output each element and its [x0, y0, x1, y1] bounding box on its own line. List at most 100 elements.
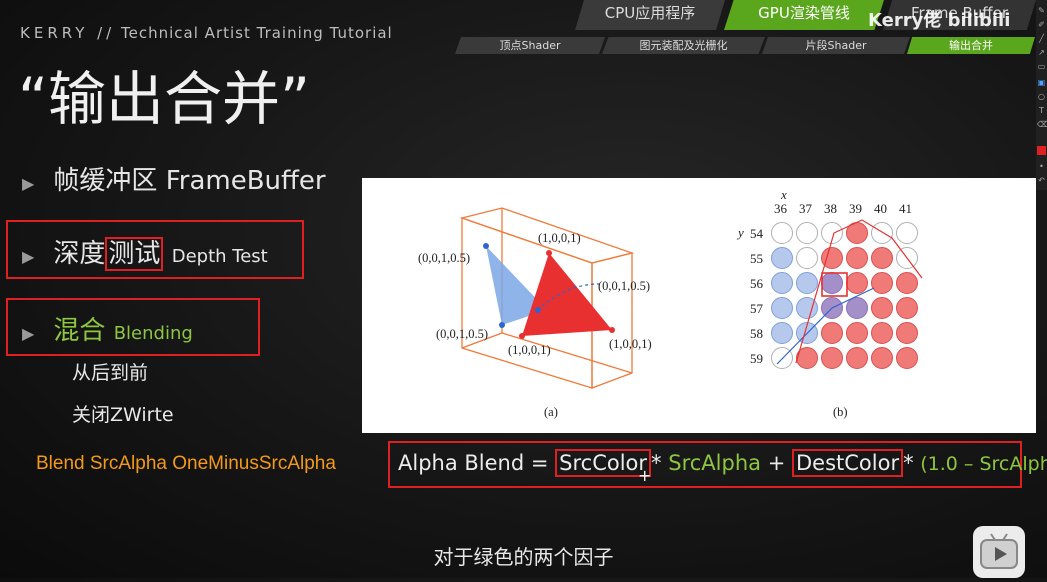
color-swatch-red[interactable] — [1037, 146, 1046, 155]
pixel-circle — [896, 347, 918, 369]
label-top: (1,0,0,1) — [538, 231, 581, 245]
brand-subtitle: Technical Artist Training Tutorial — [121, 24, 393, 42]
dot-icon[interactable]: • — [1037, 162, 1046, 171]
y-tick-label: 57 — [750, 301, 764, 316]
bullet-en: Depth Test — [171, 246, 268, 267]
tab-cpu-app-label: CPU应用程序 — [604, 4, 696, 22]
side-toolbar: ✎ ✐ ╱ ↗ ▭ ▣ ○ T ⌫ • ↶ — [1036, 0, 1047, 190]
pixel-circle — [896, 297, 918, 319]
formula-dest-color: DestColor — [791, 449, 904, 477]
formula-lhs: Alpha Blend = — [398, 451, 549, 475]
rect-icon[interactable]: ▭ — [1037, 62, 1046, 71]
cursor-crosshair-icon: + — [638, 466, 652, 485]
pen-icon[interactable]: ✎ — [1037, 6, 1046, 15]
pixel-circle — [896, 322, 918, 344]
formula-plus: + — [767, 451, 786, 475]
x-tick-label: 41 — [899, 201, 912, 216]
pixel-circle — [896, 272, 918, 294]
pixel-circle — [846, 272, 868, 294]
pixel-circle — [771, 272, 793, 294]
sub-item: 从后到前 — [72, 362, 149, 384]
bullet-framebuffer: ▶ 帧缓冲区 FrameBuffer — [22, 160, 326, 197]
vertex-dot — [519, 333, 525, 339]
watermark: Kerry佬 bilibili — [868, 10, 1011, 31]
bullet-text: 帧缓冲区 FrameBuffer — [53, 166, 325, 196]
subtab-label: 输出合并 — [949, 39, 993, 52]
play-triangle-icon: ▶ — [22, 324, 35, 343]
label-bottom-mid: (1,0,0,1) — [508, 343, 551, 357]
formula-times: * — [651, 451, 662, 475]
y-tick-label: 56 — [750, 276, 764, 291]
caption-b: (b) — [833, 405, 848, 419]
tab-cpu-app[interactable]: CPU应用程序 — [575, 0, 725, 30]
vertex-dot — [535, 307, 541, 313]
pixel-circle — [846, 347, 868, 369]
y-tick-labels: 54 55 56 57 58 59 — [750, 226, 764, 366]
vertex-dot — [546, 250, 552, 256]
brand-name: KERRY // — [20, 24, 116, 42]
subtab-primitive-assembly[interactable]: 图元装配及光栅化 — [602, 37, 765, 54]
blend-command: Blend SrcAlpha OneMinusSrcAlpha — [36, 453, 336, 474]
x-tick-label: 39 — [849, 201, 862, 216]
pixel-circle — [871, 247, 893, 269]
pixel-circle — [846, 297, 868, 319]
figure-svg: (1,0,0,1) (0,0,1,0.5) (0,0,1,0.5) (0,0,1… — [418, 187, 923, 419]
label-bottom-right: (1,0,0,1) — [609, 337, 652, 351]
subtab-vertex-shader[interactable]: 顶点Shader — [455, 37, 605, 54]
pixel-circle — [821, 322, 843, 344]
bullet-en: Blending — [113, 323, 193, 344]
subtab-label: 图元装配及光栅化 — [639, 39, 728, 52]
formula-text: Alpha Blend = SrcColor * SrcAlpha + DestC… — [398, 449, 1047, 477]
pixel-circle — [871, 297, 893, 319]
pixel-circle — [771, 247, 793, 269]
bullet-blending: ▶ 混合 Blending — [22, 310, 193, 347]
subtab-fragment-shader[interactable]: 片段Shader — [762, 37, 910, 54]
formula-times: * — [903, 451, 914, 475]
text-icon[interactable]: T — [1037, 106, 1046, 115]
subtab-label: 片段Shader — [805, 39, 867, 52]
undo-icon[interactable]: ↶ — [1037, 176, 1046, 185]
pixel-circle — [871, 222, 893, 244]
eraser-icon[interactable]: ⌫ — [1037, 120, 1047, 129]
pixel-circle — [771, 222, 793, 244]
label-bottom-left: (0,0,1,0.5) — [436, 327, 488, 341]
vertex-dot — [499, 322, 505, 328]
circle-icon[interactable]: ○ — [1037, 92, 1046, 101]
pixel-circle — [896, 222, 918, 244]
vertex-dot — [483, 243, 489, 249]
red-triangle — [522, 253, 612, 336]
pixel-circle — [771, 297, 793, 319]
brush-icon[interactable]: ✐ — [1037, 20, 1046, 29]
x-tick-label: 40 — [874, 201, 887, 216]
y-tick-label: 55 — [750, 251, 763, 266]
pixel-circle — [796, 272, 818, 294]
subtab-output-merge[interactable]: 输出合并 — [907, 37, 1035, 54]
pixel-circle — [771, 322, 793, 344]
pixel-circle — [796, 222, 818, 244]
line-icon[interactable]: ╱ — [1037, 34, 1046, 43]
bullet-zh-boxed: 测试 — [105, 237, 164, 271]
figure-b: x y 36 37 38 39 40 41 54 55 56 57 58 59 (b) — [736, 187, 923, 419]
tab-gpu-pipeline[interactable]: GPU渲染管线 — [724, 0, 884, 30]
bullet-text: 混合 Blending — [53, 316, 192, 346]
figure-panel: (1,0,0,1) (0,0,1,0.5) (0,0,1,0.5) (0,0,1… — [362, 178, 1036, 433]
bilibili-tv-icon[interactable] — [973, 526, 1025, 578]
y-tick-label: 58 — [750, 326, 763, 341]
pixel-circle — [821, 272, 843, 294]
bullet-zh: 混合 — [53, 316, 106, 346]
select-icon[interactable]: ▣ — [1037, 78, 1046, 87]
formula-one-minus: (1.0 – SrcAlpha) — [920, 453, 1047, 475]
caption-a: (a) — [544, 405, 558, 419]
bullet-en: FrameBuffer — [165, 166, 326, 196]
play-triangle-icon: ▶ — [22, 247, 35, 266]
sub-item: 关闭ZWirte — [72, 404, 174, 426]
bullet-zh: 帧缓冲区 — [53, 166, 158, 196]
y-tick-label: 59 — [750, 351, 763, 366]
pixel-circle — [871, 347, 893, 369]
bilibili-tv-svg — [980, 533, 1018, 569]
arrow-icon[interactable]: ↗ — [1037, 48, 1046, 57]
pixel-circle — [846, 247, 868, 269]
pixel-circle — [871, 272, 893, 294]
formula-src-color: SrcColor — [555, 449, 652, 477]
pixel-circle — [871, 322, 893, 344]
